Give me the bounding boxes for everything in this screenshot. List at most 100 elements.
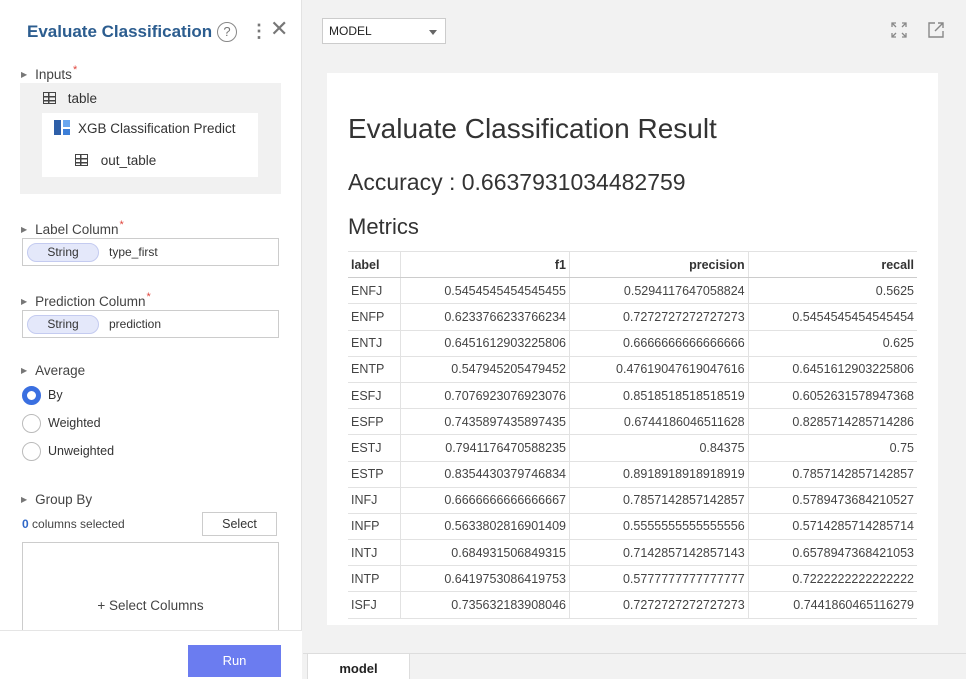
table-cell: ESTJ [348, 434, 401, 462]
panel-header: Evaluate Classification ? ⋮ ✕ [0, 0, 302, 62]
table-row: ESTJ 0.7941176470588235 0.84375 0.75 [348, 434, 917, 462]
prediction-column-field[interactable]: String prediction [22, 310, 279, 338]
prediction-column-section-toggle[interactable]: ▶ Prediction Column* [21, 291, 151, 309]
caret-right-icon: ▶ [21, 225, 28, 234]
table-cell: INFJ [348, 487, 401, 514]
table-cell: 0.6578947368421053 [748, 539, 917, 567]
input-table-label: table [67, 91, 98, 106]
table-cell: ENTP [348, 356, 401, 383]
table-row: INFP 0.5633802816901409 0.5555555555555556… [348, 513, 917, 541]
label-column-label: Label Column [35, 222, 119, 237]
more-options-icon[interactable]: ⋮ [250, 20, 268, 42]
table-cell: 0.5777777777777777 [569, 565, 749, 593]
table-cell: ESFJ [348, 382, 401, 410]
table-cell: 0.7941176470588235 [400, 434, 570, 462]
table-cell: INFP [348, 513, 401, 541]
table-cell: 0.5789473684210527 [748, 487, 917, 514]
input-node-label: XGB Classification Predict [78, 121, 236, 136]
select-columns-button[interactable]: Select [202, 512, 277, 536]
caret-right-icon: ▶ [21, 366, 28, 375]
app-window: Evaluate Classification ? ⋮ ✕ ▶ Inputs* t… [0, 0, 966, 679]
table-cell: 0.8518518518518519 [569, 382, 749, 410]
table-row: ESFP 0.7435897435897435 0.6744186046511628… [348, 408, 917, 436]
selected-columns-box[interactable]: + Select Columns [22, 542, 279, 630]
table-cell: 0.8354430379746834 [400, 461, 570, 488]
table-row: ESFJ 0.7076923076923076 0.8518518518518519… [348, 382, 917, 410]
table-cell: 0.6052631578947368 [748, 382, 917, 410]
result-title: Evaluate Classification Result [348, 113, 717, 144]
output-table-item[interactable]: out_table [75, 153, 156, 168]
model-select-dropdown[interactable]: MODEL [322, 18, 446, 44]
column-header: label [348, 250, 401, 279]
prediction-column-value: prediction [109, 317, 162, 331]
inputs-label: Inputs [35, 67, 72, 82]
average-weighted-radio[interactable] [22, 414, 41, 433]
popout-icon[interactable] [927, 21, 945, 39]
table-cell: 0.7857142857142857 [748, 461, 917, 488]
label-column-section-toggle[interactable]: ▶ Label Column* [21, 219, 124, 237]
column-header: f1 [400, 250, 570, 279]
help-icon[interactable]: ? [217, 22, 237, 42]
inputs-section-toggle[interactable]: ▶ Inputs* [21, 64, 77, 82]
table-cell: 0.5454545454545454 [748, 303, 917, 331]
table-cell: 0.6451612903225806 [400, 330, 570, 357]
label-column-value: type_first [109, 245, 158, 259]
average-unweighted-radio[interactable] [22, 442, 41, 461]
type-badge: String [27, 243, 99, 262]
table-cell: ESFP [348, 408, 401, 436]
table-cell: 0.735632183908046 [400, 591, 570, 619]
table-cell: 0.6666666666666666 [569, 330, 749, 357]
required-marker: * [119, 219, 124, 231]
average-by-label: By [48, 388, 63, 402]
table-cell: 0.6451612903225806 [748, 356, 917, 383]
table-row: ENFJ 0.5454545454545455 0.5294117647058824… [348, 277, 917, 305]
chevron-down-icon [429, 30, 437, 35]
group-by-section-toggle[interactable]: ▶ Group By [21, 492, 92, 507]
table-cell: 0.684931506849315 [400, 539, 570, 567]
column-header: precision [569, 250, 749, 279]
table-cell: 0.547945205479452 [400, 356, 570, 383]
average-by-radio[interactable] [22, 386, 41, 405]
table-icon [75, 154, 88, 166]
selected-count-suffix: columns selected [28, 517, 125, 531]
tab-model[interactable]: model [307, 654, 410, 679]
table-cell: 0.5555555555555556 [569, 513, 749, 541]
table-cell: 0.5714285714285714 [748, 513, 917, 541]
table-cell: 0.8918918918918919 [569, 461, 749, 488]
input-node-item[interactable]: XGB Classification Predict [54, 120, 236, 136]
type-badge: String [27, 315, 99, 334]
panel-title: Evaluate Classification [27, 22, 213, 41]
input-table-item[interactable]: table [43, 91, 97, 106]
table-cell: 0.6419753086419753 [400, 565, 570, 593]
table-row: INTP 0.6419753086419753 0.5777777777777777… [348, 565, 917, 593]
run-button[interactable]: Run [188, 645, 281, 677]
expand-icon[interactable] [891, 22, 907, 38]
table-row: ESTP 0.8354430379746834 0.8918918918918919… [348, 461, 917, 488]
result-card: Evaluate Classification Result Accuracy … [327, 73, 938, 625]
table-cell: 0.7441860465116279 [748, 591, 917, 619]
table-cell: 0.7272727272727273 [569, 303, 749, 331]
table-cell: 0.5625 [748, 277, 917, 305]
required-marker: * [72, 64, 78, 76]
caret-right-icon: ▶ [21, 495, 28, 504]
average-label: Average [35, 363, 86, 378]
caret-right-icon: ▶ [21, 70, 28, 79]
close-icon[interactable]: ✕ [270, 18, 288, 40]
table-cell: ENFP [348, 303, 401, 331]
table-cell: 0.6666666666666667 [400, 487, 570, 514]
prediction-column-label: Prediction Column [35, 294, 146, 309]
table-row: INFJ 0.6666666666666667 0.7857142857142857… [348, 487, 917, 514]
average-section-toggle[interactable]: ▶ Average [21, 363, 85, 378]
label-column-field[interactable]: String type_first [22, 238, 279, 266]
table-cell: 0.7142857142857143 [569, 539, 749, 567]
add-columns-link[interactable]: + Select Columns [23, 598, 278, 613]
table-cell: ENTJ [348, 330, 401, 357]
table-row: ENFP 0.6233766233766234 0.7272727272727273… [348, 303, 917, 331]
table-cell: 0.7222222222222222 [748, 565, 917, 593]
metrics-table-body: ENFJ 0.5454545454545455 0.5294117647058824… [348, 277, 917, 619]
table-row: INTJ 0.684931506849315 0.7142857142857143 0… [348, 539, 917, 567]
table-cell: 0.47619047619047616 [569, 356, 749, 383]
table-cell: ENFJ [348, 277, 401, 305]
metrics-heading: Metrics [348, 214, 419, 239]
accuracy-text: Accuracy : 0.6637931034482759 [348, 169, 686, 195]
